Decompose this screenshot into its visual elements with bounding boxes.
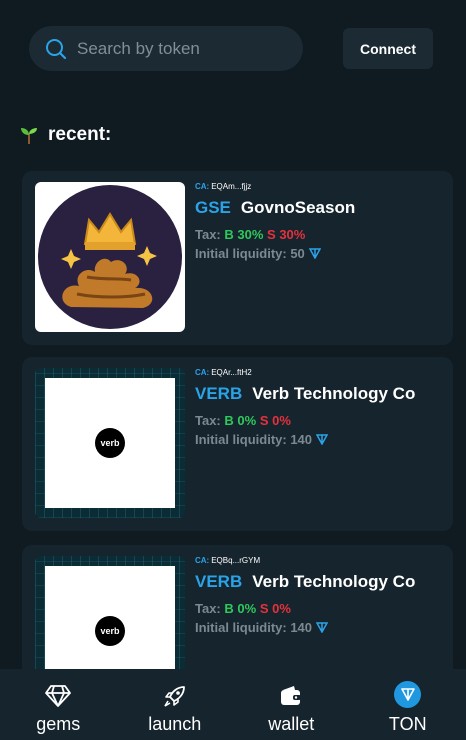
token-ticker: VERB [195, 384, 243, 403]
token-title: VERB Verb Technology Co [195, 572, 415, 592]
token-tax: Tax: B 30% S 30% [195, 227, 306, 242]
token-image: verb [35, 368, 185, 518]
search-input[interactable] [77, 38, 277, 59]
token-title: VERB Verb Technology Co [195, 384, 415, 404]
recent-label: recent: [48, 124, 112, 145]
initial-liquidity: Initial liquidity: 50 [195, 246, 355, 261]
wallet-icon [281, 686, 302, 705]
verb-logo: verb [95, 428, 125, 458]
nav-ton[interactable]: TON [350, 669, 466, 740]
contract-address: CA: EQBq...rGYM [195, 556, 261, 565]
initial-liquidity: Initial liquidity: 140 [195, 432, 415, 447]
nav-label: launch [148, 714, 202, 734]
search-bar[interactable] [29, 26, 303, 71]
connect-button[interactable]: Connect [343, 28, 433, 69]
ton-icon [316, 622, 329, 633]
nav-label: wallet [268, 714, 315, 734]
diamond-icon [45, 685, 72, 707]
token-ticker: GSE [195, 198, 231, 217]
bottom-nav: gems launch wallet TON [0, 669, 466, 740]
contract-address: CA: EQAr...ftH2 [195, 368, 252, 377]
nav-label: gems [36, 714, 81, 734]
initial-liquidity: Initial liquidity: 140 [195, 620, 415, 635]
ton-icon [316, 434, 329, 445]
token-title: GSE GovnoSeason [195, 198, 355, 218]
token-image [35, 182, 185, 332]
token-card[interactable]: verb CA: EQAr...ftH2 VERB Verb Technology… [22, 357, 453, 531]
recent-header: recent: [19, 124, 111, 146]
search-icon [46, 38, 67, 59]
token-tax: Tax: B 0% S 0% [195, 601, 291, 616]
contract-address: CA: EQAm...fjjz [195, 182, 252, 191]
token-tax: Tax: B 0% S 0% [195, 413, 291, 428]
token-card[interactable]: CA: EQAm...fjjz GSE GovnoSeason Tax: B 30… [22, 171, 453, 345]
verb-logo: verb [95, 616, 125, 646]
token-name: Verb Technology Co [252, 384, 416, 403]
token-ticker: VERB [195, 572, 243, 591]
ton-icon [308, 248, 321, 259]
token-name: GovnoSeason [240, 198, 356, 217]
ton-icon [394, 681, 422, 708]
nav-launch[interactable]: launch [117, 669, 234, 740]
rocket-icon [164, 686, 185, 707]
token-name: Verb Technology Co [252, 572, 416, 591]
nav-gems[interactable]: gems [0, 669, 117, 740]
nav-wallet[interactable]: wallet [233, 669, 350, 740]
sprout-icon [21, 128, 37, 144]
nav-label: TON [388, 714, 427, 734]
